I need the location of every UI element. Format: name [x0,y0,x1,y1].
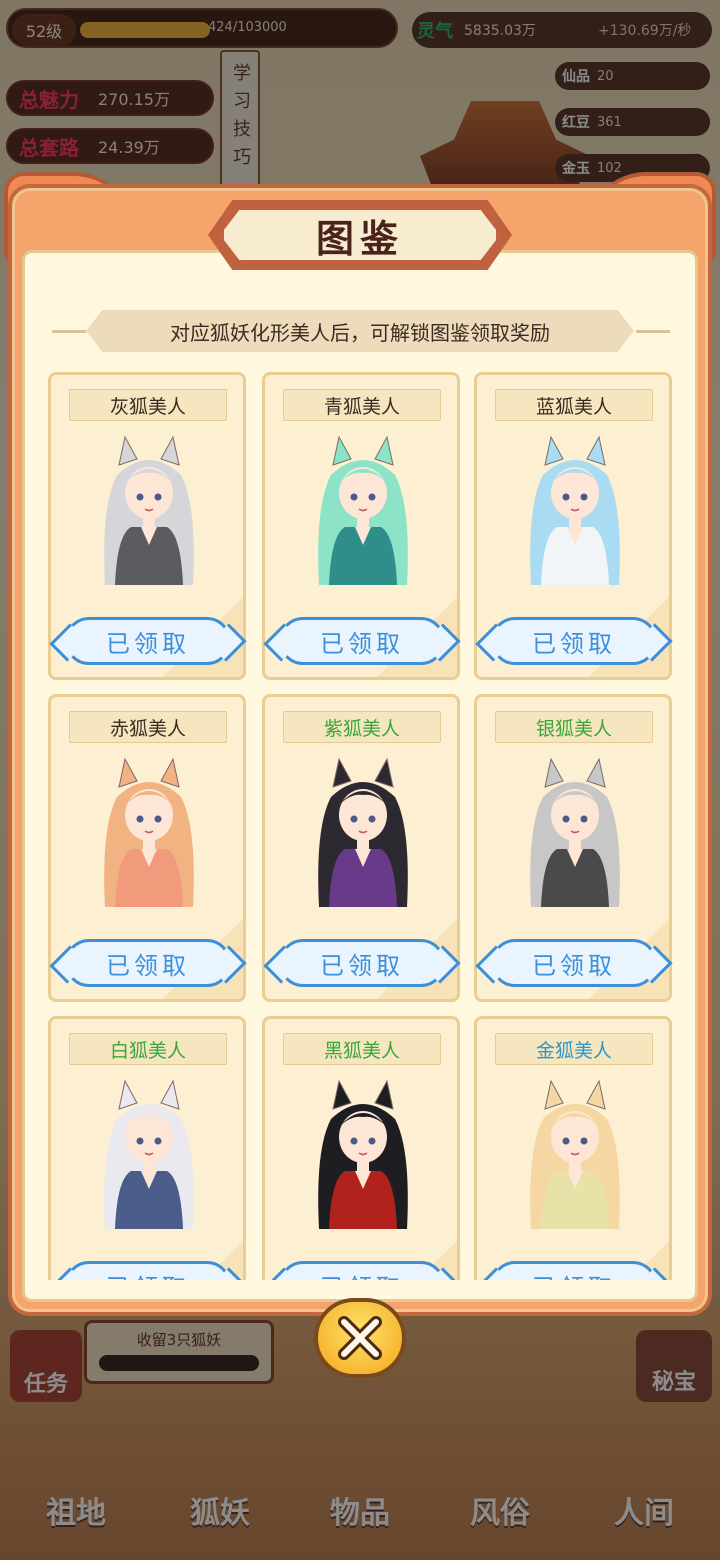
claimed-button[interactable]: 已领取 [491,617,657,665]
fox-girl-portrait [104,435,194,585]
card-name: 白狐美人 [69,1033,227,1065]
fox-girl-portrait [530,1079,620,1229]
fox-girl-portrait [318,1079,408,1229]
fox-beauty-card: 赤狐美人 已领取 [48,694,246,1002]
fox-girl-portrait [318,435,408,585]
card-name: 金狐美人 [495,1033,653,1065]
fox-girl-portrait [104,1079,194,1229]
fox-beauty-card: 金狐美人已领取 [474,1016,672,1280]
fox-beauty-card: 紫狐美人 已领取 [262,694,460,1002]
card-name: 黑狐美人 [283,1033,441,1065]
claimed-button[interactable]: 已领取 [279,617,445,665]
fox-beauty-card: 白狐美人已领取 [48,1016,246,1280]
collection-grid[interactable]: 灰狐美人 已领取 青狐美人 已领取 蓝狐美人 已领取 赤狐美人 已领取 紫狐美人 已领取 银狐美人已… [40,366,680,1280]
modal-title: 图鉴 [315,215,404,261]
card-name: 赤狐美人 [69,711,227,743]
card-name: 青狐美人 [283,389,441,421]
fox-beauty-card: 灰狐美人 已领取 [48,372,246,680]
decor-line-left [52,330,86,333]
fox-girl-portrait [530,435,620,585]
card-name: 紫狐美人 [283,711,441,743]
close-button[interactable] [314,1298,406,1378]
claimed-button[interactable]: 已领取 [65,617,231,665]
modal-subtitle: 对应狐妖化形美人后，可解锁图鉴领取奖励 [170,320,550,345]
modal-subtitle-bar: 对应狐妖化形美人后，可解锁图鉴领取奖励 [86,310,634,352]
fox-beauty-card: 黑狐美人已领取 [262,1016,460,1280]
title-plaque: 图鉴 [220,206,500,264]
decor-line-right [636,330,670,333]
fox-beauty-card: 青狐美人 已领取 [262,372,460,680]
card-name: 蓝狐美人 [495,389,653,421]
fox-beauty-card: 银狐美人 已领取 [474,694,672,1002]
card-name: 灰狐美人 [69,389,227,421]
claimed-button[interactable]: 已领取 [491,1261,657,1280]
claimed-button[interactable]: 已领取 [279,1261,445,1280]
fox-girl-portrait [318,757,408,907]
claimed-button[interactable]: 已领取 [65,1261,231,1280]
fox-girl-portrait [530,757,620,907]
fox-beauty-card: 蓝狐美人 已领取 [474,372,672,680]
fox-girl-portrait [104,757,194,907]
card-name: 银狐美人 [495,711,653,743]
close-icon [338,1316,382,1360]
claimed-button[interactable]: 已领取 [491,939,657,987]
claimed-button[interactable]: 已领取 [65,939,231,987]
claimed-button[interactable]: 已领取 [279,939,445,987]
